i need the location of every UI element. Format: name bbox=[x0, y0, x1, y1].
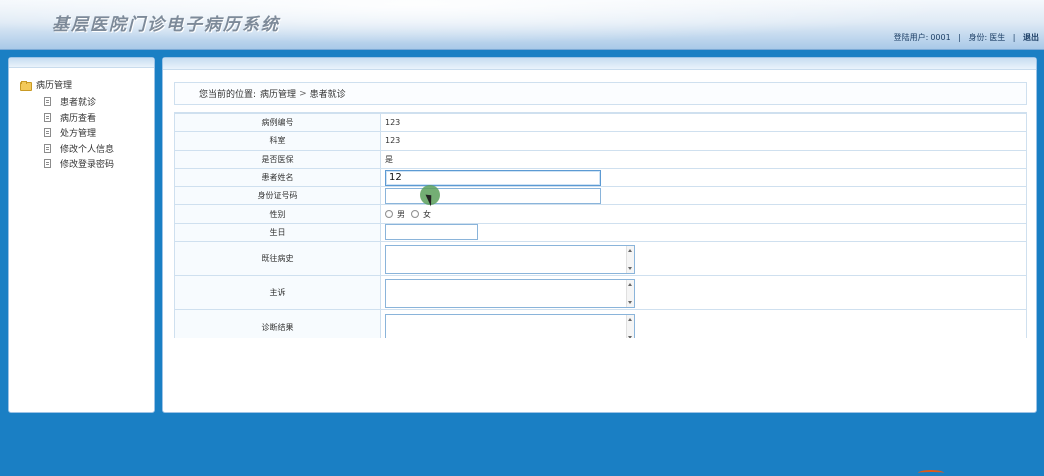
tree-items: 患者就诊 病历查看 处方管理 修改个人信息 修改登录密码 bbox=[44, 94, 114, 172]
diagnosis-label: 诊断结果 bbox=[174, 309, 381, 338]
form-table: 病例编号 123 科室 123 是否医保 是 患者姓名 身份证号码 bbox=[174, 113, 1027, 338]
gender-radio-group: 男 女 bbox=[385, 209, 1026, 220]
document-icon bbox=[44, 143, 51, 153]
scroll-down-icon[interactable] bbox=[628, 335, 632, 338]
sidebar-item-change-password[interactable]: 修改登录密码 bbox=[44, 156, 114, 172]
gender-cell: 男 女 bbox=[380, 204, 1027, 224]
complaint-scrollbar[interactable] bbox=[626, 279, 634, 307]
form-row-department: 科室 123 bbox=[174, 131, 1027, 151]
id-number-cell bbox=[380, 186, 1027, 206]
breadcrumb-prefix: 您当前的位置: bbox=[199, 90, 257, 100]
form-row-gender: 性别 男 女 bbox=[174, 204, 1027, 224]
complaint-label: 主诉 bbox=[174, 275, 381, 311]
separator: | bbox=[1012, 33, 1016, 42]
gender-label: 性别 bbox=[174, 204, 381, 224]
corner-accent bbox=[918, 470, 944, 476]
sidebar-item-label: 修改个人信息 bbox=[60, 144, 115, 155]
history-cell bbox=[380, 241, 1027, 277]
form-row-id-number: 身份证号码 bbox=[174, 186, 1027, 206]
app-header: 基层医院门诊电子病历系统 登陆用户: 0001 | 身份: 医生 | 退出 bbox=[0, 0, 1044, 50]
main-top-bar bbox=[163, 58, 1036, 70]
history-textarea[interactable] bbox=[385, 244, 635, 274]
diagnosis-scrollbar[interactable] bbox=[626, 314, 634, 338]
form-row-insurance: 是否医保 是 bbox=[174, 149, 1027, 169]
department-label: 科室 bbox=[174, 131, 381, 151]
patient-visit-form: 病例编号 123 科室 123 是否医保 是 患者姓名 身份证号码 bbox=[174, 112, 1027, 338]
gender-male-radio[interactable] bbox=[385, 210, 393, 219]
app-title: 基层医院门诊电子病历系统 bbox=[52, 15, 280, 35]
insurance-value: 是 bbox=[380, 149, 1027, 169]
insurance-label: 是否医保 bbox=[174, 149, 381, 169]
diagnosis-cell bbox=[380, 309, 1027, 338]
breadcrumb-arrow: > bbox=[299, 88, 307, 99]
department-value: 123 bbox=[380, 131, 1027, 151]
sidebar-item-label: 处方管理 bbox=[60, 129, 97, 140]
scroll-down-icon[interactable] bbox=[628, 266, 632, 270]
birthday-cell bbox=[380, 222, 1027, 243]
breadcrumb-level1[interactable]: 病历管理 bbox=[260, 87, 296, 100]
main-panel: 您当前的位置: 病历管理 > 患者就诊 病例编号 123 科室 123 是否医保… bbox=[162, 57, 1037, 413]
id-number-input[interactable] bbox=[385, 187, 601, 204]
gender-female-radio[interactable] bbox=[411, 210, 419, 219]
diagnosis-textarea[interactable] bbox=[385, 313, 635, 338]
breadcrumb: 您当前的位置: 病历管理 > 患者就诊 bbox=[174, 82, 1027, 105]
form-row-case-no: 病例编号 123 bbox=[174, 113, 1027, 133]
patient-name-cell bbox=[380, 167, 1027, 188]
sidebar-item-label: 病历查看 bbox=[60, 113, 97, 124]
form-row-patient-name: 患者姓名 bbox=[174, 167, 1027, 188]
sidebar-top-bar bbox=[9, 58, 154, 68]
form-row-history: 既往病史 bbox=[174, 241, 1027, 277]
breadcrumb-level2: 患者就诊 bbox=[309, 90, 346, 100]
sidebar: 病历管理 患者就诊 病历查看 处方管理 修改个人信息 修改登录密码 bbox=[8, 57, 155, 413]
document-icon bbox=[44, 159, 51, 169]
complaint-textarea[interactable] bbox=[385, 278, 635, 308]
form-row-birthday: 生日 bbox=[174, 222, 1027, 243]
birthday-input[interactable] bbox=[385, 224, 478, 241]
login-user-label: 登陆用户: bbox=[893, 33, 929, 42]
tree-root-case-management[interactable]: 病历管理 bbox=[20, 78, 72, 91]
sidebar-item-edit-profile[interactable]: 修改个人信息 bbox=[44, 141, 114, 157]
sidebar-item-label: 患者就诊 bbox=[60, 98, 97, 109]
user-bar: 登陆用户: 0001 | 身份: 医生 | 退出 bbox=[893, 32, 1040, 43]
form-row-complaint: 主诉 bbox=[174, 275, 1027, 311]
role-value: 医生 bbox=[989, 33, 1006, 42]
bottom-band bbox=[0, 418, 1044, 476]
history-scrollbar[interactable] bbox=[626, 245, 634, 273]
document-icon bbox=[44, 112, 51, 122]
logout-link[interactable]: 退出 bbox=[1023, 33, 1039, 42]
patient-name-label: 患者姓名 bbox=[174, 167, 381, 188]
case-no-value: 123 bbox=[380, 113, 1027, 133]
role-label: 身份: bbox=[968, 33, 988, 42]
form-row-diagnosis: 诊断结果 bbox=[174, 309, 1027, 338]
scroll-up-icon[interactable] bbox=[628, 317, 632, 321]
separator: | bbox=[958, 33, 961, 42]
scroll-up-icon[interactable] bbox=[628, 282, 632, 286]
tree-root-label: 病历管理 bbox=[36, 81, 73, 91]
sidebar-item-patient-visit[interactable]: 患者就诊 bbox=[44, 94, 114, 110]
gender-female-label: 女 bbox=[423, 209, 431, 219]
document-icon bbox=[44, 128, 51, 138]
case-no-label: 病例编号 bbox=[174, 113, 381, 133]
sidebar-item-view-records[interactable]: 病历查看 bbox=[44, 110, 114, 126]
login-user-value: 0001 bbox=[930, 33, 951, 42]
patient-name-input[interactable] bbox=[385, 169, 601, 186]
gender-male-label: 男 bbox=[397, 209, 405, 219]
sidebar-item-prescriptions[interactable]: 处方管理 bbox=[44, 125, 114, 141]
birthday-label: 生日 bbox=[174, 222, 381, 243]
id-number-label: 身份证号码 bbox=[174, 186, 381, 206]
folder-open-icon bbox=[20, 80, 32, 91]
history-label: 既往病史 bbox=[174, 241, 381, 277]
document-icon bbox=[44, 97, 51, 107]
scroll-up-icon[interactable] bbox=[628, 248, 632, 252]
scroll-down-icon[interactable] bbox=[628, 300, 632, 304]
complaint-cell bbox=[380, 275, 1027, 311]
sidebar-item-label: 修改登录密码 bbox=[60, 160, 115, 171]
